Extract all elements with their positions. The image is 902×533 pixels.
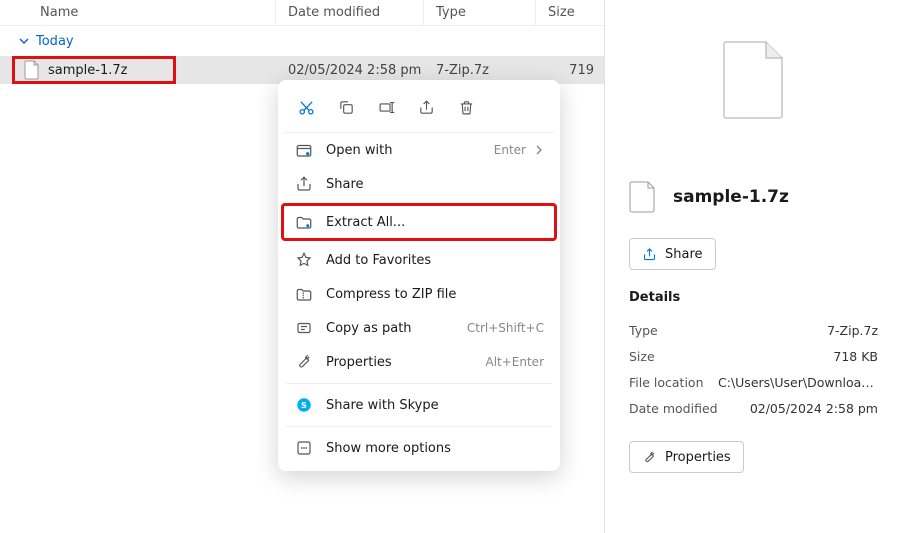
detail-value: 718 KB xyxy=(833,349,878,364)
menu-copy-path[interactable]: Copy as path Ctrl+Shift+C xyxy=(284,311,554,345)
detail-value: 02/05/2024 2:58 pm xyxy=(750,401,878,416)
file-preview-icon xyxy=(722,40,786,120)
details-share-button[interactable]: Share xyxy=(629,238,716,270)
copy-button[interactable] xyxy=(328,92,364,122)
cut-button[interactable] xyxy=(288,92,324,122)
menu-open-with[interactable]: Open with Enter xyxy=(284,133,554,167)
menu-add-favorites[interactable]: Add to Favorites xyxy=(284,243,554,277)
zip-icon xyxy=(294,284,314,304)
detail-location: File location C:\Users\User\Downloads\sa… xyxy=(629,369,878,395)
svg-text:S: S xyxy=(301,400,307,410)
menu-label: Extract All... xyxy=(326,215,544,230)
context-toolbar xyxy=(284,86,554,133)
share-icon xyxy=(294,174,314,194)
detail-key: Date modified xyxy=(629,401,718,416)
menu-label: Share xyxy=(326,177,544,192)
file-size: 719 xyxy=(536,63,604,78)
context-separator xyxy=(286,383,552,384)
menu-share[interactable]: Share xyxy=(284,167,554,201)
detail-key: Type xyxy=(629,323,658,338)
menu-share-skype[interactable]: S Share with Skype xyxy=(284,388,554,422)
column-header-size[interactable]: Size xyxy=(536,0,604,25)
file-date: 02/05/2024 2:58 pm xyxy=(276,63,424,78)
menu-label: Copy as path xyxy=(326,321,467,336)
detail-key: File location xyxy=(629,375,704,390)
detail-modified: Date modified 02/05/2024 2:58 pm xyxy=(629,395,878,421)
open-with-icon xyxy=(294,140,314,160)
column-header-type[interactable]: Type xyxy=(424,0,536,25)
context-separator xyxy=(286,426,552,427)
context-menu: Open with Enter Share Extract All... Add… xyxy=(278,80,560,471)
button-label: Properties xyxy=(665,450,731,465)
share-button[interactable] xyxy=(408,92,444,122)
file-icon xyxy=(629,180,657,214)
wrench-icon xyxy=(642,450,657,465)
chevron-right-icon xyxy=(534,145,544,155)
file-type: 7-Zip.7z xyxy=(424,63,536,78)
extract-icon xyxy=(294,212,314,232)
detail-key: Size xyxy=(629,349,655,364)
menu-hint: Enter xyxy=(494,143,526,157)
menu-label: Share with Skype xyxy=(326,398,544,413)
details-pane: sample-1.7z Share Details Type 7-Zip.7z … xyxy=(605,0,902,533)
column-headers: Name Date modified Type Size xyxy=(0,0,604,26)
menu-label: Properties xyxy=(326,355,485,370)
group-label: Today xyxy=(36,34,74,49)
detail-type: Type 7-Zip.7z xyxy=(629,317,878,343)
menu-extract-all[interactable]: Extract All... xyxy=(281,203,557,241)
menu-show-more[interactable]: Show more options xyxy=(284,431,554,465)
button-label: Share xyxy=(665,247,703,262)
delete-button[interactable] xyxy=(448,92,484,122)
details-filename: sample-1.7z xyxy=(673,187,789,207)
detail-value: 7-Zip.7z xyxy=(827,323,878,338)
file-list-pane: Name Date modified Type Size Today sampl… xyxy=(0,0,605,533)
menu-label: Show more options xyxy=(326,441,544,456)
file-title-row: sample-1.7z xyxy=(629,180,878,214)
rename-button[interactable] xyxy=(368,92,404,122)
menu-hint: Ctrl+Shift+C xyxy=(467,321,544,335)
wrench-icon xyxy=(294,352,314,372)
skype-icon: S xyxy=(294,395,314,415)
file-icon xyxy=(24,60,40,80)
detail-size: Size 718 KB xyxy=(629,343,878,369)
column-header-name[interactable]: Name xyxy=(0,0,276,25)
share-icon xyxy=(642,247,657,262)
detail-value: C:\Users\User\Downloads\sa... xyxy=(718,375,878,390)
menu-label: Compress to ZIP file xyxy=(326,287,544,302)
star-icon xyxy=(294,250,314,270)
file-name: sample-1.7z xyxy=(48,63,127,78)
menu-properties[interactable]: Properties Alt+Enter xyxy=(284,345,554,379)
copy-path-icon xyxy=(294,318,314,338)
menu-label: Open with xyxy=(326,143,494,158)
group-today[interactable]: Today xyxy=(0,26,604,56)
menu-label: Add to Favorites xyxy=(326,253,544,268)
chevron-down-icon xyxy=(18,35,30,47)
details-properties-button[interactable]: Properties xyxy=(629,441,744,473)
details-heading: Details xyxy=(629,290,878,305)
menu-compress-zip[interactable]: Compress to ZIP file xyxy=(284,277,554,311)
more-options-icon xyxy=(294,438,314,458)
column-header-date[interactable]: Date modified xyxy=(276,0,424,25)
menu-hint: Alt+Enter xyxy=(485,355,544,369)
